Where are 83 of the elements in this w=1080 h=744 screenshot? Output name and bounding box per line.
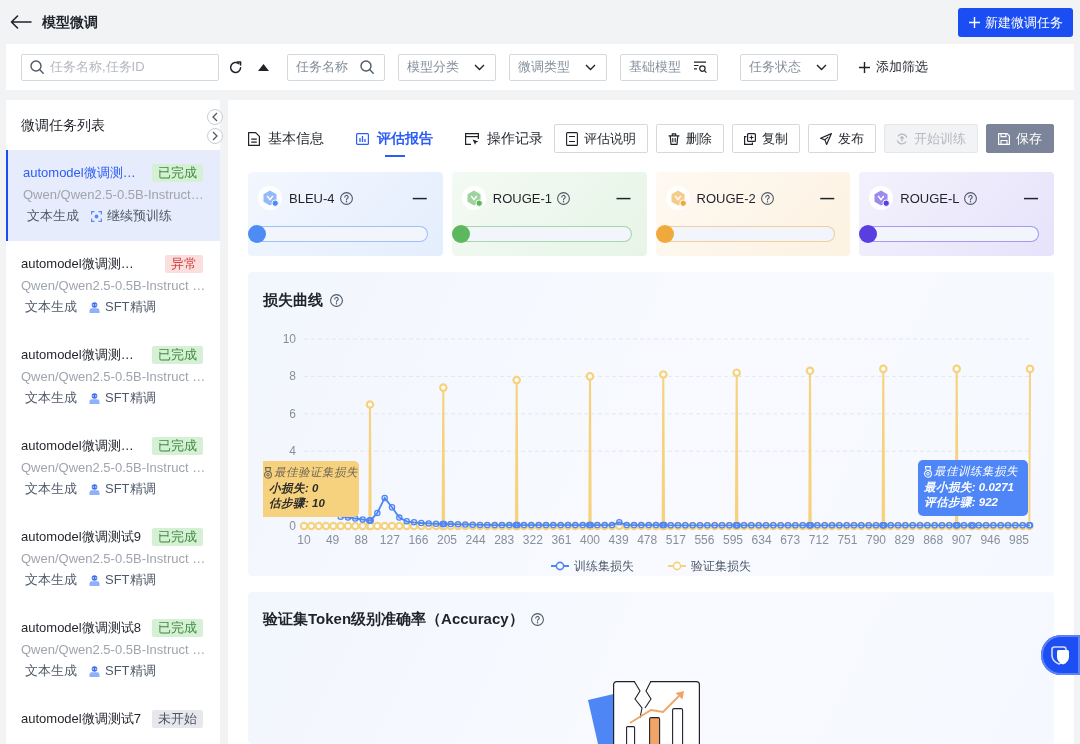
model-name: Qwen/Qwen2.5-0.5B-Instruct …: [21, 369, 207, 385]
sidebar-title: 微调任务列表: [21, 116, 105, 134]
model-name: Qwen/Qwen2.5-0.5B-Instruct …: [21, 642, 207, 658]
status-badge: 已完成: [152, 619, 203, 637]
task-type: 文本生成: [25, 389, 77, 407]
task-name: automodel微调测…: [21, 437, 134, 455]
x-axis-label: 946: [980, 533, 1001, 547]
x-axis-label: 244: [465, 533, 486, 547]
method-label: SFT精调: [105, 298, 156, 316]
task-type: 文本生成: [25, 662, 77, 680]
task-type: 文本生成: [27, 207, 79, 225]
x-axis-label: 361: [551, 533, 572, 547]
x-axis-label: 751: [837, 533, 858, 547]
status-badge: 已完成: [152, 437, 203, 455]
y-axis-label: 10: [282, 332, 296, 346]
status-badge: 已完成: [152, 164, 203, 182]
method-label: SFT精调: [105, 480, 156, 498]
y-axis-label: 0: [289, 519, 296, 533]
x-axis-label: 127: [379, 533, 400, 547]
x-axis-label: 400: [580, 533, 600, 547]
status-badge: 异常: [165, 255, 203, 273]
y-axis-label: 4: [289, 444, 296, 459]
status-badge: 未开始: [152, 710, 203, 728]
task-type: 文本生成: [25, 480, 77, 498]
method-label: SFT精调: [105, 662, 156, 680]
tooltip-title: 最佳验证集损失: [274, 465, 358, 480]
model-name: Qwen/Qwen2.5-0.5B-Instruct…: [23, 187, 205, 203]
status-badge: 已完成: [152, 346, 203, 364]
metric-name: ROUGE-1: [492, 190, 552, 206]
x-axis-label: 283: [494, 533, 515, 547]
task-name: automodel微调测…: [23, 164, 136, 182]
y-axis-label: 8: [289, 369, 296, 384]
tooltip-text: 最小损失: 0.0271: [923, 479, 1015, 495]
x-axis-label: 673: [780, 533, 801, 547]
task-name: automodel微调测…: [21, 346, 134, 364]
chart-title: 损失曲线: [263, 290, 323, 310]
x-axis-label: 322: [522, 533, 543, 547]
method-label: 继续预训练: [107, 207, 172, 225]
x-axis-label: 517: [665, 533, 686, 547]
task-name: automodel微调测试9: [21, 528, 141, 546]
status-badge: 已完成: [152, 528, 203, 546]
x-axis-label: 595: [723, 533, 743, 547]
tooltip-text: 估步骤: 10: [268, 496, 326, 511]
legend-label: 验证集损失: [691, 557, 751, 575]
x-axis-label: 205: [437, 533, 457, 547]
x-axis-label: 10: [297, 533, 311, 547]
metric-name: BLEU-4: [289, 190, 335, 206]
x-axis-label: 907: [951, 533, 972, 547]
x-axis-label: 88: [354, 533, 368, 547]
x-axis-label: 985: [1009, 533, 1029, 547]
method-label: SFT精调: [105, 389, 156, 407]
metric-name: ROUGE-2: [696, 190, 756, 206]
x-axis-label: 478: [637, 533, 658, 547]
model-name: Qwen/Qwen2.5-0.5B-Instruct …: [21, 278, 207, 294]
x-axis-label: 49: [325, 533, 340, 547]
x-axis-label: 790: [866, 533, 886, 547]
chart-title: 验证集Token级别准确率（Accuracy）: [263, 609, 524, 629]
tooltip-text: 评估步骤: 922: [923, 495, 999, 511]
x-axis-label: 868: [923, 533, 944, 547]
x-axis-label: 634: [751, 533, 772, 547]
metric-name: ROUGE-L: [900, 190, 960, 206]
tooltip-title: 最佳训练集损失: [933, 464, 1018, 480]
legend-label: 训练集损失: [574, 557, 634, 575]
metric-value: —: [616, 190, 631, 206]
metric-value: —: [820, 190, 835, 206]
task-type: 文本生成: [25, 571, 77, 589]
x-axis-label: 556: [694, 533, 715, 547]
method-label: SFT精调: [105, 571, 156, 589]
x-axis-label: 829: [894, 533, 915, 547]
tooltip-text: 小损失: 0: [268, 480, 320, 496]
metric-value: —: [1024, 190, 1038, 206]
x-axis-label: 166: [408, 533, 429, 547]
page-title: 模型微调: [42, 13, 98, 31]
task-name: automodel微调测试7: [21, 710, 141, 728]
model-name: Qwen/Qwen2.5-0.5B-Instruct …: [21, 460, 207, 476]
task-type: 文本生成: [25, 298, 77, 316]
x-axis-label: 439: [608, 533, 629, 547]
metric-value: —: [412, 190, 427, 206]
model-name: Qwen/Qwen2.5-0.5B-Instruct …: [21, 551, 207, 567]
y-axis-label: 6: [289, 406, 296, 421]
x-axis-label: 712: [808, 533, 829, 547]
task-name: automodel微调测试8: [21, 619, 141, 637]
task-name: automodel微调测…: [21, 255, 134, 273]
